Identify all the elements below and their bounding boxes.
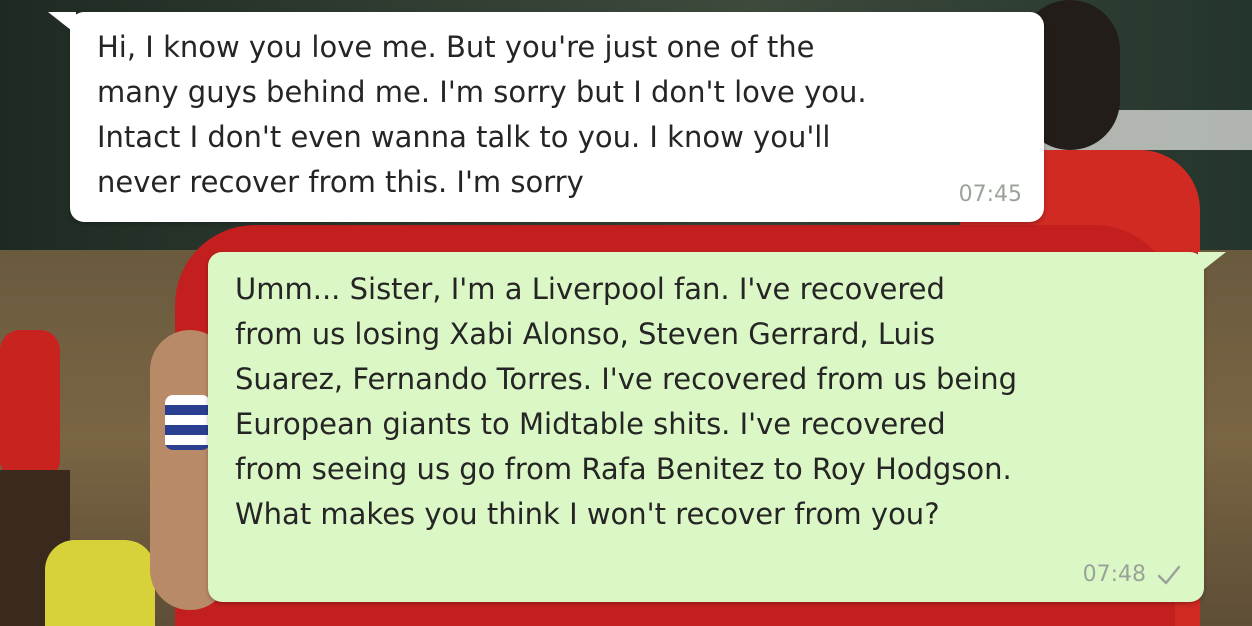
background-captain-armband: [165, 395, 210, 450]
message-meta: 07:48: [1083, 562, 1182, 588]
background-player-left: [0, 330, 60, 480]
background-yellow-jacket: [45, 540, 155, 626]
incoming-message-bubble[interactable]: Hi, I know you love me. But you're just …: [48, 12, 1044, 222]
message-meta: 07:45: [959, 182, 1022, 208]
outgoing-message-bubble[interactable]: Umm... Sister, I'm a Liverpool fan. I've…: [208, 252, 1226, 602]
message-text: Umm... Sister, I'm a Liverpool fan. I've…: [235, 272, 1018, 531]
message-timestamp: 07:45: [958, 182, 1022, 207]
single-check-icon: [1157, 565, 1181, 585]
message-timestamp: 07:48: [1082, 562, 1146, 587]
message-text: Hi, I know you love me. But you're just …: [97, 30, 867, 199]
